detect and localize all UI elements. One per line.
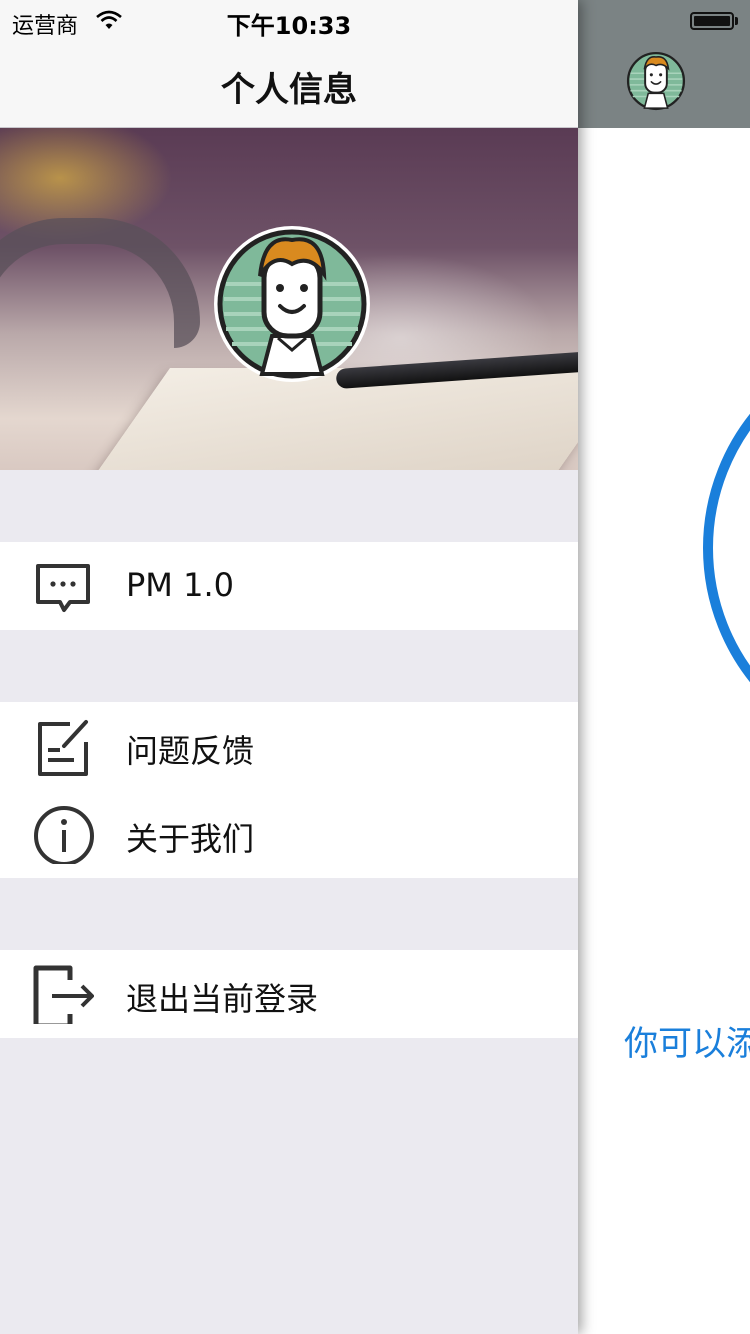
main-screen[interactable]: 你可以添 xyxy=(578,0,750,1334)
profile-avatar[interactable] xyxy=(212,224,372,384)
hint-text[interactable]: 你可以添 xyxy=(624,1016,750,1065)
menu-label-logout: 退出当前登录 xyxy=(126,980,319,1018)
menu-item-feedback[interactable]: 问题反馈 xyxy=(0,702,578,790)
message-icon xyxy=(36,564,90,612)
profile-drawer: 运营商 下午10:33 个人信息 PM 1.0 问题反馈 关于我们 退出当前登录 xyxy=(0,0,578,1334)
menu-group-account: 退出当前登录 xyxy=(0,950,578,1038)
profile-banner xyxy=(0,128,578,470)
status-time: 下午10:33 xyxy=(226,12,352,40)
logout-icon xyxy=(33,965,94,1024)
info-icon xyxy=(34,806,94,864)
menu-group-version: PM 1.0 xyxy=(0,542,578,630)
nav-bar: 个人信息 xyxy=(0,40,578,128)
menu-item-version[interactable]: PM 1.0 xyxy=(0,542,578,630)
menu-group-support: 问题反馈 关于我们 xyxy=(0,702,578,878)
menu-item-logout[interactable]: 退出当前登录 xyxy=(0,950,578,1038)
menu-label-about: 关于我们 xyxy=(126,820,255,858)
menu-label-version: PM 1.0 xyxy=(126,566,234,604)
feedback-icon xyxy=(38,720,88,776)
page-title: 个人信息 xyxy=(221,70,357,110)
banner-headphones xyxy=(0,218,200,348)
menu-item-about[interactable]: 关于我们 xyxy=(0,790,578,878)
progress-ring xyxy=(703,413,750,683)
status-bar: 运营商 下午10:33 xyxy=(0,0,578,40)
menu-label-feedback: 问题反馈 xyxy=(126,732,255,770)
